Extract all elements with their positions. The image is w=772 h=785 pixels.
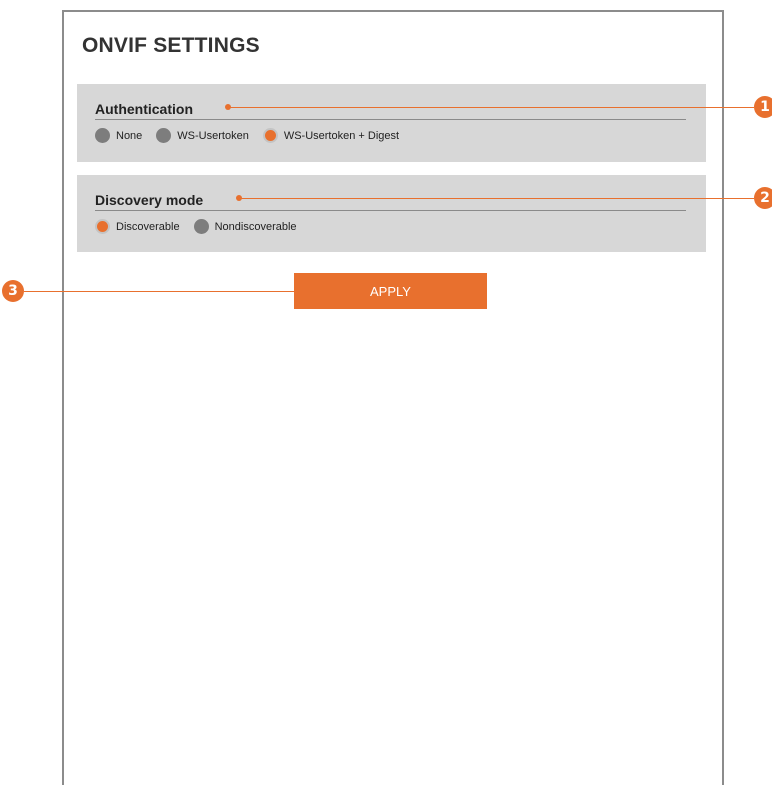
radio-label: WS-Usertoken xyxy=(177,129,249,142)
discovery-option-discoverable[interactable]: Discoverable xyxy=(95,219,180,234)
radio-button[interactable] xyxy=(156,128,172,143)
page-title: ONVIF SETTINGS xyxy=(82,34,260,57)
discovery-mode-section: Discovery mode Discoverable Nondiscovera… xyxy=(77,175,706,252)
auth-option-ws-usertoken[interactable]: WS-Usertoken xyxy=(156,128,249,143)
onvif-settings-panel: ONVIF SETTINGS Authentication None WS-Us… xyxy=(62,10,724,785)
authentication-section: Authentication None WS-Usertoken WS-User… xyxy=(77,84,706,162)
radio-button-selected[interactable] xyxy=(262,128,278,143)
radio-label: Nondiscoverable xyxy=(214,220,297,233)
radio-label: WS-Usertoken + Digest xyxy=(283,129,400,142)
radio-label: Discoverable xyxy=(116,220,180,233)
radio-button[interactable] xyxy=(193,219,209,234)
discovery-option-nondiscoverable[interactable]: Nondiscoverable xyxy=(193,219,297,234)
callout-1-line xyxy=(228,107,754,108)
section-divider xyxy=(95,210,686,211)
section-divider xyxy=(95,119,686,120)
radio-button-selected[interactable] xyxy=(95,219,110,234)
radio-label: None xyxy=(116,129,143,142)
discovery-radio-group: Discoverable Nondiscoverable xyxy=(95,219,311,234)
auth-option-none[interactable]: None xyxy=(95,128,142,143)
callout-2-badge: 2 xyxy=(754,187,772,209)
discovery-mode-label: Discovery mode xyxy=(95,192,204,208)
authentication-label: Authentication xyxy=(95,101,193,117)
radio-button[interactable] xyxy=(95,128,110,143)
callout-3-badge: 3 xyxy=(2,280,24,302)
authentication-radio-group: None WS-Usertoken WS-Usertoken + Digest xyxy=(95,128,413,143)
callout-2-line xyxy=(239,198,754,199)
callout-3-line xyxy=(24,291,294,292)
callout-1-badge: 1 xyxy=(754,96,772,118)
apply-button[interactable]: APPLY xyxy=(294,273,487,309)
auth-option-ws-usertoken-digest[interactable]: WS-Usertoken + Digest xyxy=(262,128,400,143)
